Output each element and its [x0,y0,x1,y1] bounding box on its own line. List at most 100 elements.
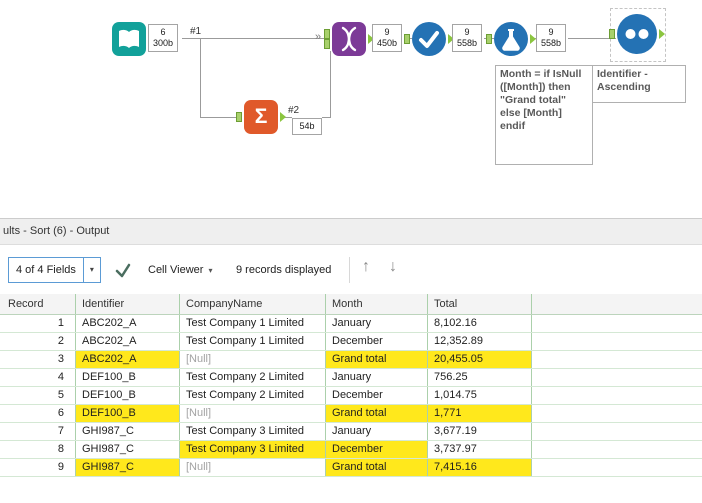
cell-month[interactable]: December [326,441,428,458]
results-toolbar: 4 of 4 Fields ▾ Cell Viewer ▾ 9 records d… [0,245,702,295]
sort-dots-icon [625,29,649,39]
record-number[interactable]: 8 [0,441,76,458]
cell-total[interactable]: 12,352.89 [428,333,532,350]
cell-identifier[interactable]: GHI987_C [76,423,180,440]
cell-month[interactable]: December [326,333,428,350]
cell-month[interactable]: January [326,369,428,386]
cell-company[interactable]: [Null] [180,459,326,476]
input-anchor[interactable] [486,34,492,44]
cell-company[interactable]: Test Company 3 Limited [180,423,326,440]
cell-filler [532,441,702,458]
workflow-canvas[interactable]: » #1 #2 6 300b Σ 54b 9 450b 9 558b 9 558… [0,0,702,218]
cell-total[interactable]: 756.25 [428,369,532,386]
cell-month[interactable]: Grand total [326,405,428,422]
record-number[interactable]: 9 [0,459,76,476]
connection-wire [200,39,201,117]
record-count: 6 [160,27,166,37]
sort-tool[interactable] [609,14,665,54]
unique-tool[interactable] [404,22,454,56]
join-tool[interactable] [324,22,374,56]
input-anchor-left[interactable] [324,29,330,39]
record-number[interactable]: 5 [0,387,76,404]
record-number[interactable]: 1 [0,315,76,332]
flask-icon [502,29,520,51]
connection-arrow-icon: » [315,31,321,43]
fields-dropdown[interactable]: 4 of 4 Fields ▾ [8,257,101,283]
record-number[interactable]: 3 [0,351,76,368]
connection-wire [330,51,331,118]
data-size: 558b [541,38,562,48]
input-anchor[interactable] [236,112,242,122]
table-row: 6 DEF100_B [Null] Grand total 1,771 [0,405,702,423]
header-identifier[interactable]: Identifier [76,294,180,314]
cell-identifier[interactable]: DEF100_B [76,387,180,404]
cell-viewer-label: Cell Viewer [148,264,204,276]
results-grid: Record Identifier CompanyName Month Tota… [0,294,702,477]
cell-filler [532,333,702,350]
book-icon [119,29,139,48]
cell-identifier[interactable]: DEF100_B [76,369,180,386]
summarize-tool[interactable]: Σ [236,100,286,134]
cell-total[interactable]: 20,455.05 [428,351,532,368]
header-month[interactable]: Month [326,294,428,314]
data-size: 450b [377,38,398,48]
data-size: 300b [153,38,174,48]
data-size: 558b [457,38,478,48]
output-anchor[interactable] [280,112,286,122]
cell-total[interactable]: 1,014.75 [428,387,532,404]
header-record[interactable]: Record [0,294,76,314]
record-number[interactable]: 7 [0,423,76,440]
cell-identifier[interactable]: GHI987_C [76,459,180,476]
record-number[interactable]: 6 [0,405,76,422]
sort-annotation[interactable]: Identifier - Ascending [592,65,686,103]
input-anchor-right[interactable] [324,39,330,49]
cell-viewer-dropdown[interactable]: Cell Viewer ▾ [148,264,212,276]
cell-identifier[interactable]: DEF100_B [76,405,180,422]
cell-company[interactable]: Test Company 1 Limited [180,315,326,332]
cell-filler [532,387,702,404]
record-count-annotation: 9 558b [452,24,483,52]
cell-total[interactable]: 3,677.19 [428,423,532,440]
formula-tool[interactable] [486,22,536,56]
chevron-down-icon[interactable]: ▾ [82,258,100,282]
apply-check-icon[interactable] [114,261,132,279]
cell-total[interactable]: 7,415.16 [428,459,532,476]
input-anchor[interactable] [404,34,410,44]
cell-total[interactable]: 3,737.97 [428,441,532,458]
output-anchor[interactable] [659,29,665,39]
cell-company[interactable]: Test Company 2 Limited [180,369,326,386]
cell-total[interactable]: 8,102.16 [428,315,532,332]
cell-identifier[interactable]: ABC202_A [76,333,180,350]
header-companyname[interactable]: CompanyName [180,294,326,314]
cell-total[interactable]: 1,771 [428,405,532,422]
cell-month[interactable]: January [326,315,428,332]
input-anchor[interactable] [609,29,615,39]
cell-identifier[interactable]: GHI987_C [76,441,180,458]
record-count-annotation: 54b [292,118,322,135]
check-icon [419,31,439,48]
header-total[interactable]: Total [428,294,532,314]
cell-identifier[interactable]: ABC202_A [76,315,180,332]
grid-header-row: Record Identifier CompanyName Month Tota… [0,294,702,315]
cell-month[interactable]: Grand total [326,459,428,476]
scroll-up-button[interactable]: ↑ [362,258,370,276]
cell-month[interactable]: January [326,423,428,440]
cell-filler [532,369,702,386]
record-number[interactable]: 2 [0,333,76,350]
cell-company[interactable]: Test Company 2 Limited [180,387,326,404]
cell-identifier[interactable]: ABC202_A [76,351,180,368]
cell-month[interactable]: Grand total [326,351,428,368]
cell-filler [532,351,702,368]
scroll-down-button[interactable]: ↓ [389,258,397,276]
cell-month[interactable]: December [326,387,428,404]
formula-annotation[interactable]: Month = if IsNull ([Month]) then "Grand … [495,65,593,165]
results-panel-title: ults - Sort (6) - Output [0,219,702,245]
cell-company[interactable]: [Null] [180,405,326,422]
sigma-icon: Σ [254,105,268,128]
table-row: 9 GHI987_C [Null] Grand total 7,415.16 [0,459,702,477]
record-number[interactable]: 4 [0,369,76,386]
cell-company[interactable]: Test Company 1 Limited [180,333,326,350]
cell-company[interactable]: Test Company 3 Limited [180,441,326,458]
cell-company[interactable]: [Null] [180,351,326,368]
input-data-tool[interactable] [112,22,154,56]
